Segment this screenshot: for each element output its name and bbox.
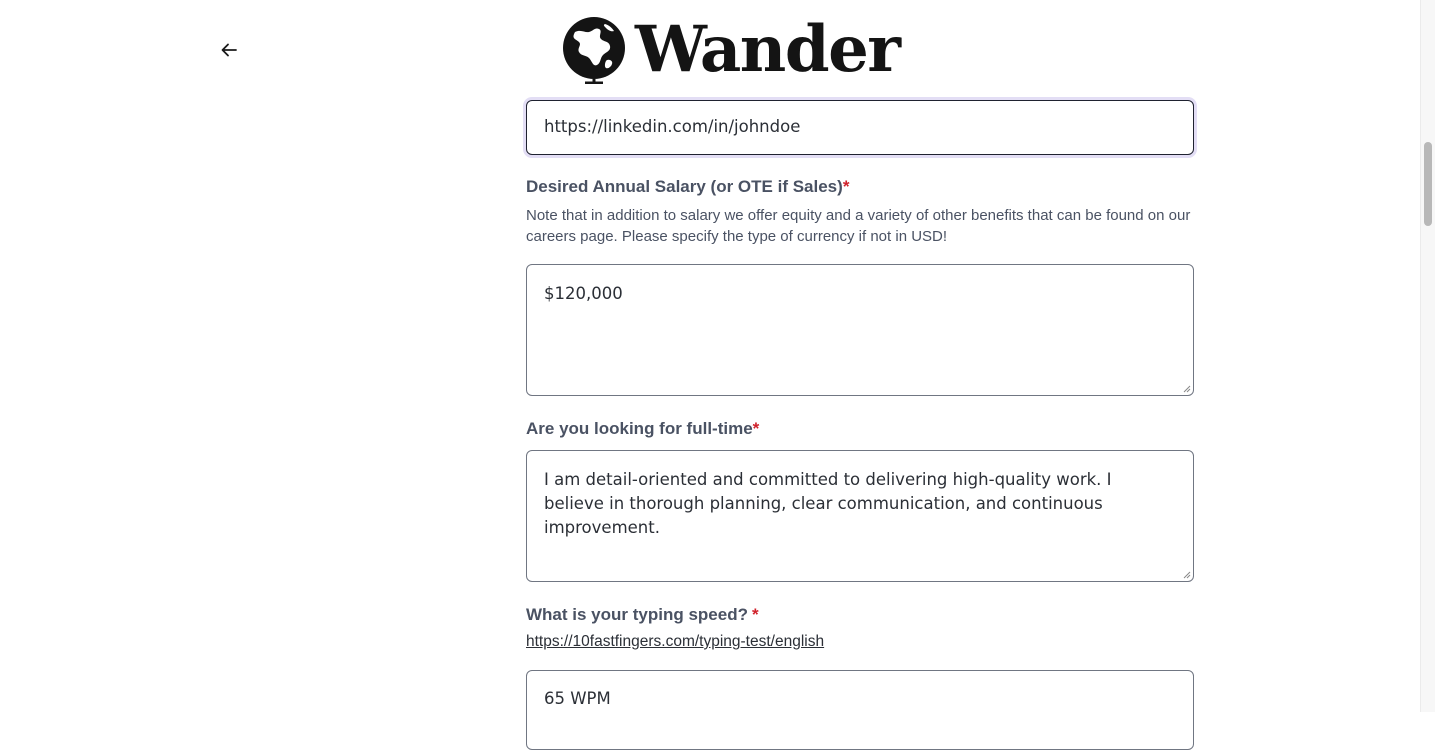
resize-handle-icon[interactable]: [1183, 571, 1191, 579]
typing-field: What is your typing speed? * https://10fa…: [526, 605, 1194, 651]
typing-label: What is your typing speed? *: [526, 605, 1194, 625]
salary-label: Desired Annual Salary (or OTE if Sales)*: [526, 177, 1194, 197]
fulltime-value: I am detail-oriented and committed to de…: [544, 470, 1112, 537]
salary-field: Desired Annual Salary (or OTE if Sales)*…: [526, 177, 1194, 247]
required-mark: *: [752, 419, 760, 438]
typing-speed-value: 65 WPM: [544, 689, 611, 708]
salary-note: Note that in addition to salary we offer…: [526, 207, 1191, 245]
linkedin-url-value: https://linkedin.com/in/johndoe: [544, 117, 801, 136]
typing-label-text: What is your typing speed?: [526, 605, 748, 624]
salary-textarea[interactable]: $120,000: [526, 264, 1194, 396]
salary-label-text: Desired Annual Salary (or OTE if Sales): [526, 177, 843, 196]
brand-logo[interactable]: Wander: [561, 12, 901, 87]
fulltime-label: Are you looking for full-time*: [526, 419, 1194, 439]
typing-test-link[interactable]: https://10fastfingers.com/typing-test/en…: [526, 633, 824, 650]
globe-icon: [563, 17, 625, 84]
scrollbar-thumb[interactable]: [1424, 142, 1432, 226]
resize-handle-icon[interactable]: [1183, 385, 1191, 393]
required-mark: *: [842, 177, 850, 196]
back-button[interactable]: [216, 37, 242, 63]
vertical-scrollbar[interactable]: [1420, 0, 1435, 712]
arrow-left-icon: [221, 43, 237, 57]
linkedin-url-input[interactable]: https://linkedin.com/in/johndoe: [526, 100, 1194, 155]
fulltime-field: Are you looking for full-time*: [526, 419, 1194, 439]
fulltime-label-text: Are you looking for full-time: [526, 419, 753, 438]
brand-name: Wander: [635, 12, 901, 87]
required-mark: *: [751, 605, 759, 624]
salary-value: $120,000: [544, 284, 623, 303]
fulltime-textarea[interactable]: I am detail-oriented and committed to de…: [526, 450, 1194, 582]
typing-speed-input[interactable]: 65 WPM: [526, 670, 1194, 750]
